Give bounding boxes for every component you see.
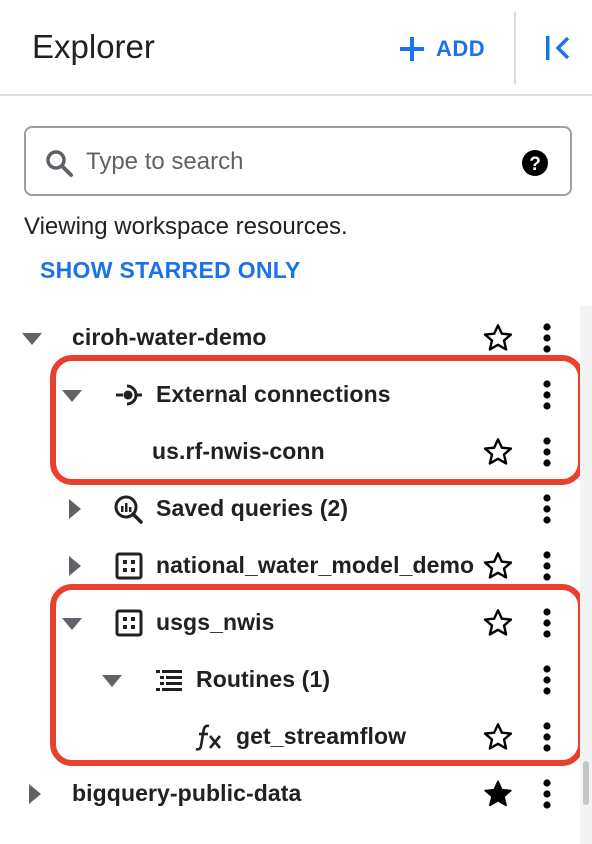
tree-row-bigquery-public-data[interactable]: bigquery-public-data bbox=[0, 766, 580, 822]
more-vert-icon[interactable] bbox=[533, 379, 561, 411]
more-vert-icon[interactable] bbox=[533, 721, 561, 753]
connection-label: us.rf-nwis-conn bbox=[152, 438, 325, 464]
star-outline-icon[interactable] bbox=[482, 607, 514, 639]
help-icon[interactable]: ? bbox=[520, 148, 550, 178]
scrollbar-thumb[interactable] bbox=[583, 761, 589, 805]
tree-row-connection[interactable]: us.rf-nwis-conn bbox=[0, 424, 580, 480]
function-icon bbox=[195, 724, 221, 751]
star-filled-icon[interactable] bbox=[482, 778, 514, 810]
saved-queries-label: Saved queries (2) bbox=[156, 495, 349, 521]
panel-title: Explorer bbox=[32, 28, 155, 65]
more-vert-icon[interactable] bbox=[533, 550, 561, 582]
more-vert-icon[interactable] bbox=[533, 493, 561, 525]
collapse-panel-icon[interactable] bbox=[540, 30, 576, 66]
show-starred-only-link[interactable]: SHOW STARRED ONLY bbox=[40, 257, 301, 284]
scrollbar[interactable] bbox=[580, 306, 592, 844]
dataset-icon bbox=[115, 609, 143, 637]
explorer-header: Explorer ADD bbox=[0, 0, 592, 96]
header-divider bbox=[514, 12, 516, 84]
more-vert-icon[interactable] bbox=[533, 322, 561, 354]
routine-label: get_streamflow bbox=[236, 723, 407, 749]
more-vert-icon[interactable] bbox=[533, 436, 561, 468]
workspace-info-text: Viewing workspace resources. bbox=[24, 213, 348, 240]
tree-row-external-connections[interactable]: External connections bbox=[0, 367, 580, 423]
star-outline-icon[interactable] bbox=[482, 436, 514, 468]
tree-row-ciroh-water-demo[interactable]: ciroh-water-demo bbox=[0, 310, 580, 366]
routines-label: Routines (1) bbox=[196, 666, 331, 692]
tree-row-routines[interactable]: Routines (1) bbox=[0, 652, 580, 708]
star-outline-icon[interactable] bbox=[482, 721, 514, 753]
dataset-icon bbox=[115, 552, 143, 580]
star-outline-icon[interactable] bbox=[482, 322, 514, 354]
dataset-label: national_water_model_demo bbox=[156, 552, 475, 578]
more-vert-icon[interactable] bbox=[533, 664, 561, 696]
caret-right-icon[interactable] bbox=[20, 780, 48, 808]
search-input[interactable] bbox=[86, 142, 506, 182]
search-icon bbox=[46, 150, 73, 177]
project-label: bigquery-public-data bbox=[72, 780, 302, 806]
tree-row-national-water-model-demo[interactable]: national_water_model_demo bbox=[0, 538, 580, 594]
caret-down-icon[interactable] bbox=[18, 324, 46, 352]
caret-right-icon[interactable] bbox=[60, 495, 88, 523]
add-button[interactable]: ADD bbox=[398, 30, 485, 68]
star-outline-icon[interactable] bbox=[482, 550, 514, 582]
dataset-label: usgs_nwis bbox=[156, 609, 275, 635]
more-vert-icon[interactable] bbox=[533, 778, 561, 810]
connection-icon bbox=[116, 384, 142, 406]
caret-down-icon[interactable] bbox=[98, 666, 126, 694]
svg-text:?: ? bbox=[529, 154, 541, 175]
caret-right-icon[interactable] bbox=[60, 552, 88, 580]
routines-icon bbox=[156, 670, 182, 691]
plus-icon bbox=[400, 37, 424, 61]
tree-row-usgs-nwis[interactable]: usgs_nwis bbox=[0, 595, 580, 651]
saved-query-icon bbox=[114, 495, 143, 524]
tree-row-get-streamflow[interactable]: get_streamflow bbox=[0, 709, 580, 765]
project-label: ciroh-water-demo bbox=[72, 324, 267, 350]
tree-row-saved-queries[interactable]: Saved queries (2) bbox=[0, 481, 580, 537]
add-button-label: ADD bbox=[436, 36, 486, 61]
caret-down-icon[interactable] bbox=[58, 381, 86, 409]
more-vert-icon[interactable] bbox=[533, 607, 561, 639]
caret-down-icon[interactable] bbox=[58, 609, 86, 637]
external-connections-label: External connections bbox=[156, 381, 391, 407]
search-box[interactable]: ? bbox=[24, 126, 572, 196]
